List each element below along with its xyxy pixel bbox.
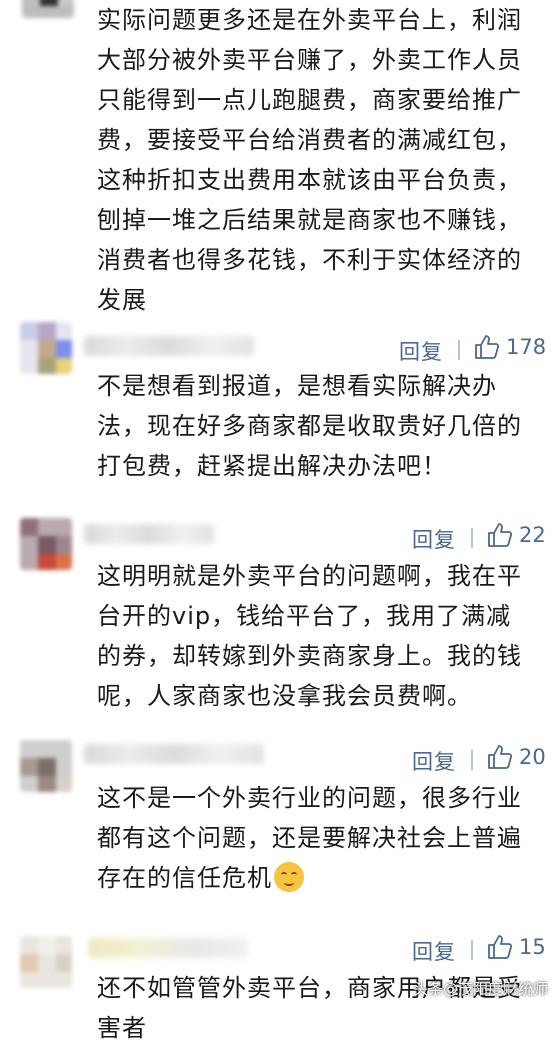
username[interactable] — [84, 524, 214, 544]
divider — [471, 528, 473, 548]
reply-button[interactable]: 回复 — [399, 336, 443, 366]
like-count: 15 — [519, 935, 546, 959]
divider — [458, 340, 460, 360]
like-button[interactable]: 22 — [487, 522, 546, 548]
divider — [471, 940, 473, 960]
username[interactable] — [88, 938, 248, 958]
comment-line: 台开的vip，钱给平台了，我用了满减 — [97, 602, 512, 630]
comment-text: 这明明就是外卖平台的问题啊，我在平 台开的vip，钱给平台了，我用了满减 的券，… — [97, 556, 549, 716]
comment-line: 的券，却转嫁到外卖商家身上。我的钱 — [97, 642, 522, 670]
like-count: 20 — [519, 745, 546, 769]
avatar[interactable] — [20, 936, 72, 988]
reply-button[interactable]: 回复 — [412, 746, 456, 776]
avatar[interactable] — [20, 322, 72, 374]
comment-line: 不是想看到报道，是想看实际解决办 — [97, 372, 497, 400]
like-count: 22 — [519, 523, 546, 547]
comment-line: 消费者也得多花钱，不利于实体经济的 — [97, 246, 522, 274]
username[interactable] — [84, 336, 254, 356]
like-button[interactable]: 15 — [487, 934, 546, 960]
comment-text: 这不是一个外卖行业的问题，很多行业 都有这个问题，还是要解决社会上普遍 存在的信… — [97, 778, 549, 898]
comment-line: 害者 — [97, 1014, 147, 1042]
avatar[interactable] — [20, 518, 72, 570]
comment-line: 都有这个问题，还是要解决社会上普遍 — [97, 824, 522, 852]
comment-line: 这种折扣支出费用本就该由平台负责， — [97, 166, 522, 194]
comment-line: 刨掉一堆之后结果就是商家也不赚钱， — [97, 206, 522, 234]
comment-line: 法，现在好多商家都是收取贵好几倍的 — [97, 412, 522, 440]
like-button[interactable]: 178 — [474, 334, 546, 360]
comment-line: 呢，人家商家也没拿我会员费啊。 — [97, 682, 472, 710]
like-button[interactable]: 20 — [487, 744, 546, 770]
avatar[interactable] — [20, 740, 72, 792]
comment-line-text: 存在的信任危机 — [97, 864, 272, 892]
thumbs-up-icon — [474, 334, 500, 360]
comment-line: 大部分被外卖平台赚了，外卖工作人员 — [97, 46, 522, 74]
comment-line: 存在的信任危机 — [97, 858, 549, 898]
like-count: 178 — [506, 335, 547, 359]
thumbs-up-icon — [487, 744, 513, 770]
comment-text: 实际问题更多还是在外卖平台上，利润 大部分被外卖平台赚了，外卖工作人员 只能得到… — [97, 0, 549, 320]
watermark: 头条@茂阳度财统师 — [412, 980, 548, 998]
comment-line: 发展 — [97, 286, 147, 314]
divider — [471, 750, 473, 770]
comment-line: 这明明就是外卖平台的问题啊，我在平 — [97, 562, 522, 590]
avatar[interactable] — [22, 0, 74, 18]
username[interactable] — [84, 744, 264, 764]
comment-text: 不是想看到报道，是想看实际解决办 法，现在好多商家都是收取贵好几倍的 打包费，赶… — [97, 366, 549, 486]
thumbs-up-icon — [487, 934, 513, 960]
reply-button[interactable]: 回复 — [412, 524, 456, 554]
comment-line: 这不是一个外卖行业的问题，很多行业 — [97, 784, 522, 812]
smiling-face-icon — [274, 862, 304, 892]
comment-line: 打包费，赶紧提出解决办法吧！ — [97, 452, 447, 480]
comment-line: 实际问题更多还是在外卖平台上，利润 — [97, 6, 522, 34]
comment-line: 只能得到一点儿跑腿费，商家要给推广 — [97, 86, 522, 114]
reply-button[interactable]: 回复 — [412, 936, 456, 966]
thumbs-up-icon — [487, 522, 513, 548]
comment-line: 费，要接受平台给消费者的满减红包， — [97, 126, 522, 154]
